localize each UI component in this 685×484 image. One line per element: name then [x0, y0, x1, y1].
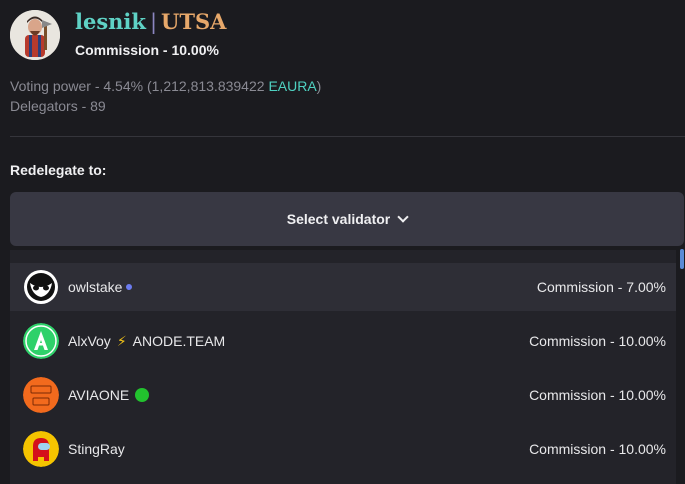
validator-option-aviaone[interactable]: AVIAONE Commission - 10.00%: [10, 371, 676, 419]
validator-option-commission: Commission - 10.00%: [529, 333, 666, 349]
validator-name-part2: UTSA: [161, 9, 227, 34]
validator-commission: Commission - 10.00%: [75, 42, 219, 58]
validator-option-alxvoy[interactable]: AlxVoy ⚡ ANODE.TEAM Commission - 10.00%: [10, 317, 676, 365]
chevron-down-icon: [397, 211, 409, 223]
validator-option-name: AVIAONE: [68, 387, 130, 403]
divider: [10, 136, 685, 137]
validator-option-commission: Commission - 10.00%: [529, 441, 666, 457]
validator-option-owlstake[interactable]: owlstake Commission - 7.00%: [10, 263, 676, 311]
redelegate-label: Redelegate to:: [10, 162, 107, 178]
select-validator-button[interactable]: Select validator: [10, 192, 684, 246]
voting-power-close: ): [316, 78, 322, 94]
aviaone-logo-icon: [23, 377, 59, 413]
voting-power-label: Voting power - 4.54%: [10, 78, 144, 94]
validator-option-commission: Commission - 7.00%: [536, 279, 666, 295]
voting-power: Voting power - 4.54% (1,212,813.839422 E…: [10, 78, 321, 94]
stingray-logo-icon: [23, 431, 59, 467]
owlstake-logo-icon: [23, 269, 59, 305]
validator-option-name: owlstake: [68, 279, 123, 295]
validator-avatar: [10, 10, 60, 60]
validator-name: lesnik | UTSA: [75, 9, 226, 37]
voting-power-token: EAURA: [268, 78, 317, 94]
validator-option-name: AlxVoy: [68, 333, 111, 349]
green-dot-icon: [135, 388, 150, 402]
select-validator-label: Select validator: [286, 211, 391, 227]
validator-name-separator: |: [149, 10, 158, 34]
voting-power-amount: (1,212,813.839422: [146, 78, 269, 94]
validator-option-commission: Commission - 10.00%: [529, 387, 666, 403]
validator-option-name-suffix: ANODE.TEAM: [132, 333, 226, 349]
validator-name-part1: lesnik: [75, 9, 146, 34]
blue-dot-icon: [126, 284, 133, 290]
delegators-count: Delegators - 89: [10, 98, 106, 114]
validator-dropdown-list: owlstake Commission - 7.00% AlxVoy ⚡ ANO…: [10, 250, 676, 484]
anode-logo-icon: [23, 323, 59, 359]
validator-option-stingray[interactable]: StingRay Commission - 10.00%: [10, 425, 676, 473]
validator-option-name: StingRay: [68, 441, 125, 457]
dropdown-scrollbar[interactable]: [680, 249, 684, 269]
lightning-icon: ⚡: [116, 332, 127, 349]
